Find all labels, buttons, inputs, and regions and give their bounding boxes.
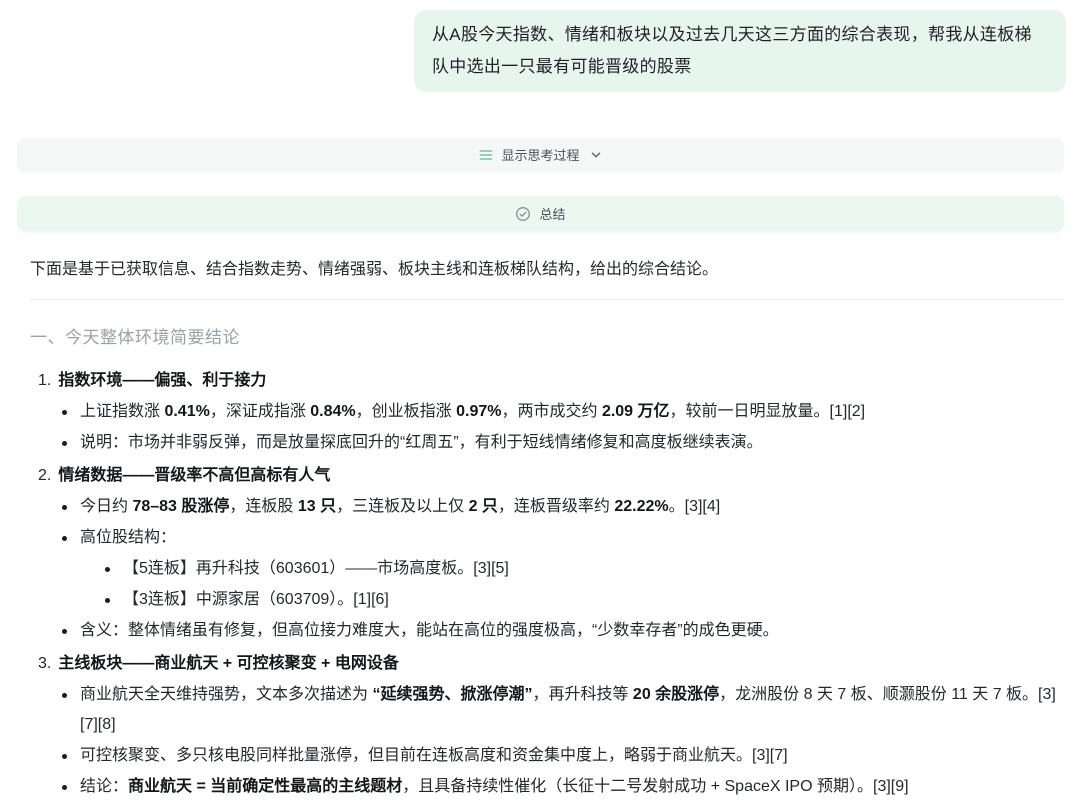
bold-text: 20 余股涨停 — [633, 686, 719, 703]
list-item: 1. 指数环境——偏强、利于接力上证指数涨 0.41%，深证成指涨 0.84%，创… — [30, 365, 1064, 458]
bullet-item: 含义：整体情绪虽有修复，但高位接力难度大，能站在高位的强度极高，“少数幸存者”的… — [80, 616, 1064, 646]
summary-label: 总结 — [539, 204, 565, 223]
bold-text: 0.84% — [310, 403, 355, 420]
text: 上证指数涨 — [80, 403, 164, 420]
user-message-row: 从A股今天指数、情绪和板块以及过去几天这三方面的综合表现，帮我从连板梯队中选出一… — [0, 0, 1080, 92]
intro-paragraph: 下面是基于已获取信息、结合指数走势、情绪强弱、板块主线和连板梯队结构，给出的综合… — [30, 258, 1064, 282]
bold-text: “延续强势、掀涨停潮” — [372, 686, 532, 703]
bullet-list: 上证指数涨 0.41%，深证成指涨 0.84%，创业板指涨 0.97%，两市成交… — [38, 397, 1064, 458]
list-item: 2. 情绪数据——晋级率不高但高标有人气今日约 78–83 股涨停，连板股 13 … — [30, 460, 1064, 646]
divider — [30, 299, 1064, 300]
text: ，且具备持续性催化（长征十二号发射成功 + SpaceX IPO 预期）。[3]… — [402, 778, 908, 795]
user-message-bubble: 从A股今天指数、情绪和板块以及过去几天这三方面的综合表现，帮我从连板梯队中选出一… — [414, 10, 1066, 92]
bullet-item: 高位股结构： 【5连板】再升科技（603601）——市场高度板。[3][5] 【3连… — [80, 523, 1064, 615]
list-icon — [479, 148, 493, 162]
text: 。[3][4] — [669, 498, 721, 515]
bullet-item: 结论：商业航天 = 当前确定性最高的主线题材，且具备持续性催化（长征十二号发射成… — [80, 772, 1064, 802]
show-thinking-toggle[interactable]: 显示思考过程 — [17, 138, 1064, 171]
bullet-list: 今日约 78–83 股涨停，连板股 13 只，三连板及以上仅 2 只，连板晋级率… — [38, 492, 1064, 646]
bold-text: 商业航天 = 当前确定性最高的主线题材 — [128, 778, 402, 795]
bullet-list: 商业航天全天维持强势，文本多次描述为 “延续强势、掀涨停潮”，再升科技等 20 … — [38, 680, 1064, 802]
conclusion-list: 1. 指数环境——偏强、利于接力上证指数涨 0.41%，深证成指涨 0.84%，创… — [30, 365, 1064, 802]
circled-check-icon — [515, 206, 531, 222]
text: 商业航天全天维持强势，文本多次描述为 — [80, 686, 372, 703]
list-item-heading: 1. 指数环境——偏强、利于接力 — [38, 365, 1064, 396]
list-item-number: 2. — [38, 467, 51, 484]
text: 说明：市场并非弱反弹，而是放量探底回升的“红周五”，有利于短线情绪修复和高度板继… — [80, 434, 763, 451]
bullet-item: 【5连板】再升科技（603601）——市场高度板。[3][5] — [123, 554, 1064, 584]
bold-text: 0.97% — [456, 403, 501, 420]
bullet-item: 【3连板】中源家居（603709）。[1][6] — [123, 585, 1064, 615]
text: ，深证成指涨 — [210, 403, 310, 420]
text: 可控核聚变、多只核电股同样批量涨停，但目前在连板高度和资金集中度上，略弱于商业航… — [80, 747, 788, 764]
show-thinking-label: 显示思考过程 — [501, 145, 579, 164]
summary-toggle[interactable]: 总结 — [17, 196, 1064, 231]
bullet-item: 说明：市场并非弱反弹，而是放量探底回升的“红周五”，有利于短线情绪修复和高度板继… — [80, 428, 1064, 458]
bullet-item: 商业航天全天维持强势，文本多次描述为 “延续强势、掀涨停潮”，再升科技等 20 … — [80, 680, 1064, 740]
text: ，连板股 — [229, 498, 297, 515]
text: ，三连板及以上仅 — [336, 498, 468, 515]
list-item-number: 1. — [38, 372, 51, 389]
bullet-item: 今日约 78–83 股涨停，连板股 13 只，三连板及以上仅 2 只，连板晋级率… — [80, 492, 1064, 522]
bold-text: 2 只 — [469, 498, 498, 515]
list-item: 3.主线板块——商业航天 + 可控核聚变 + 电网设备商业航天全天维持强势，文本… — [30, 648, 1064, 802]
text: ，创业板指涨 — [356, 403, 456, 420]
list-item-heading: 2. 情绪数据——晋级率不高但高标有人气 — [38, 460, 1064, 491]
text: 【5连板】再升科技（603601）——市场高度板。[3][5] — [123, 560, 509, 577]
text: 含义：整体情绪虽有修复，但高位接力难度大，能站在高位的强度极高，“少数幸存者”的… — [80, 622, 779, 639]
text: ，较前一日明显放量。[1][2] — [670, 403, 866, 420]
text: 今日约 — [80, 498, 132, 515]
list-item-title: 主线板块——商业航天 + 可控核聚变 + 电网设备 — [58, 655, 398, 672]
bold-text: 22.22% — [614, 498, 668, 515]
bullet-item: 上证指数涨 0.41%，深证成指涨 0.84%，创业板指涨 0.97%，两市成交… — [80, 397, 1064, 427]
bold-text: 2.09 万亿 — [602, 403, 670, 420]
list-item-title: 指数环境——偏强、利于接力 — [58, 372, 266, 389]
bullet-item: 可控核聚变、多只核电股同样批量涨停，但目前在连板高度和资金集中度上，略弱于商业航… — [80, 741, 1064, 771]
text: ，两市成交约 — [501, 403, 601, 420]
text: ，连板晋级率约 — [498, 498, 614, 515]
chevron-down-icon — [590, 149, 602, 161]
text: 【3连板】中源家居（603709）。[1][6] — [123, 591, 389, 608]
list-item-heading: 3. 主线板块——商业航天 + 可控核聚变 + 电网设备 — [38, 648, 1064, 679]
chat-page: 从A股今天指数、情绪和板块以及过去几天这三方面的综合表现，帮我从连板梯队中选出一… — [0, 0, 1080, 790]
bold-text: 78–83 股涨停 — [132, 498, 229, 515]
section-title: 一、今天整体环境简要结论 — [30, 323, 1064, 348]
text: ，再升科技等 — [532, 686, 632, 703]
list-item-number: 3. — [38, 655, 51, 672]
list-item-title: 情绪数据——晋级率不高但高标有人气 — [58, 467, 330, 484]
sub-bullet-list: 【5连板】再升科技（603601）——市场高度板。[3][5] 【3连板】中源家居… — [80, 554, 1064, 615]
text: 结论： — [80, 778, 128, 795]
bold-text: 0.41% — [164, 403, 209, 420]
text: 高位股结构： — [80, 529, 176, 546]
bold-text: 13 只 — [298, 498, 336, 515]
user-message-text: 从A股今天指数、情绪和板块以及过去几天这三方面的综合表现，帮我从连板梯队中选出一… — [432, 25, 1032, 76]
